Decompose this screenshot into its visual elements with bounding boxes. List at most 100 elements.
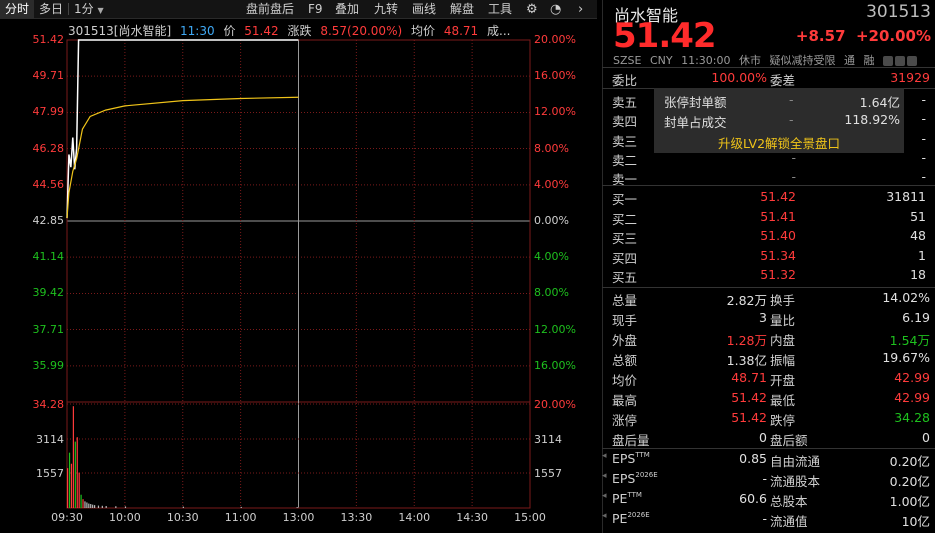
- exchange-label: SZSE: [613, 54, 642, 67]
- stat-row: 总量 2.82万 换手 14.02%: [612, 290, 930, 310]
- bid-row[interactable]: 买五 51.32 18: [612, 267, 930, 286]
- fundamental-label: 流通值: [770, 514, 808, 529]
- bid-level-label: 买五: [612, 270, 638, 285]
- stat-value: 51.42: [731, 410, 767, 425]
- price-axis-tick: 51.42: [32, 33, 65, 46]
- stat-value: 48.71: [731, 370, 767, 385]
- volume-bar: [70, 463, 73, 508]
- fundamental-value: 60.6: [739, 491, 767, 506]
- fundamental-value: 10亿: [901, 514, 930, 529]
- stat-value: 14.02%: [882, 290, 930, 305]
- volume-axis-tick-right: 1557: [534, 467, 562, 480]
- volume-axis-tick: 1557: [36, 467, 64, 480]
- intraday-chart[interactable]: [0, 0, 597, 533]
- fundamental-label-text: PE: [612, 511, 628, 526]
- fundamental-label: EPSTTM: [612, 451, 650, 466]
- time-axis-tick: 10:00: [109, 511, 141, 524]
- bookmark-icon[interactable]: [895, 56, 905, 66]
- percent-axis-tick: 16.00%: [534, 69, 576, 83]
- fundamental-value: 0.20亿: [889, 474, 930, 489]
- volume-axis-tick-right: 3114: [534, 433, 562, 446]
- volume-bar: [115, 506, 117, 508]
- ask-qty: -: [921, 92, 926, 107]
- stat-label: 振幅: [770, 353, 796, 368]
- seal-amount-dash: -: [789, 92, 794, 107]
- volume-bar: [88, 503, 90, 508]
- fundamental-row: ◂ EPSTTM 0.85 自由流通 0.20亿: [602, 451, 930, 471]
- stat-label: 内盘: [770, 333, 796, 348]
- percent-axis-tick: 8.00%: [534, 286, 569, 300]
- stat-label: 涨停: [612, 413, 638, 428]
- volume-bar: [94, 505, 96, 508]
- stat-value: 51.42: [731, 390, 767, 405]
- seal-ratio-dash: -: [789, 112, 794, 127]
- price-axis-tick: 46.28: [32, 141, 65, 155]
- bid-qty: 31811: [886, 189, 926, 204]
- stat-value: 1.28万: [726, 333, 767, 348]
- bid-row[interactable]: 买一 51.42 31811: [612, 189, 930, 208]
- bid-row[interactable]: 买三 51.40 48: [612, 228, 930, 247]
- bid-row[interactable]: 买二 51.41 51: [612, 209, 930, 228]
- order-diff-label: 委差: [770, 73, 796, 88]
- bid-price: 51.32: [760, 267, 796, 282]
- caret-left-icon: ◂: [602, 471, 607, 481]
- fundamental-label: PETTM: [612, 491, 642, 506]
- fundamental-value: 0.20亿: [889, 454, 930, 469]
- stat-value: 0: [759, 430, 767, 445]
- caret-left-icon: ◂: [602, 511, 607, 521]
- bid-row[interactable]: 买四 51.34 1: [612, 248, 930, 267]
- edit-icon[interactable]: [883, 56, 893, 66]
- volume-bar: [105, 506, 107, 508]
- stat-row: 外盘 1.28万 内盘 1.54万: [612, 330, 930, 350]
- fundamental-label-suffix: TTM: [635, 451, 650, 459]
- seal-ratio-label: 封单占成交: [664, 115, 727, 130]
- price-line: [66, 39, 299, 219]
- connect-tag: 通: [844, 54, 855, 67]
- committee-row: 委比 100.00% 委差 31929: [612, 70, 930, 90]
- stat-value: 3: [759, 310, 767, 325]
- stat-row: 涨停 51.42 跌停 34.28: [612, 410, 930, 430]
- price-axis-tick: 47.99: [32, 105, 65, 119]
- volume-bar: [72, 406, 74, 508]
- percent-axis-tick: 4.00%: [534, 177, 569, 191]
- stat-value: 1.54万: [889, 333, 930, 348]
- percent-axis-tick: 20.00%: [534, 33, 576, 46]
- stat-label: 量比: [770, 313, 796, 328]
- more-icon[interactable]: [907, 56, 917, 66]
- volume-bar: [68, 452, 71, 508]
- bid-qty: 1: [918, 247, 926, 263]
- fundamental-label: 自由流通: [770, 454, 821, 469]
- fundamental-row: ◂ EPS2026E - 流通股本 0.20亿: [602, 471, 930, 491]
- currency-label: CNY: [649, 54, 673, 67]
- seal-amount-label: 张停封单额: [664, 95, 727, 110]
- fundamental-row: ◂ PETTM 60.6 总股本 1.00亿: [602, 491, 930, 511]
- stat-value: 42.99: [894, 390, 930, 405]
- stat-label: 外盘: [612, 333, 638, 348]
- price-axis-tick: 44.56: [32, 177, 65, 191]
- bid-price: 51.41: [760, 208, 796, 224]
- stat-value: 34.28: [894, 410, 930, 425]
- ask-qty: -: [921, 169, 926, 185]
- volume-bar: [182, 506, 184, 508]
- bid-price: 51.34: [760, 247, 796, 263]
- price-axis-tick: 35.99: [32, 358, 65, 372]
- percent-axis-tick: 12.00%: [534, 322, 576, 336]
- ask-qty: -: [921, 149, 926, 165]
- volume-bar: [74, 441, 76, 508]
- percent-axis-tick: 16.00%: [534, 358, 576, 372]
- fundamental-label-text: PE: [612, 491, 628, 506]
- price-axis-tick: 42.85: [32, 214, 65, 227]
- upgrade-lv2-link[interactable]: 升级LV2解锁全景盘口: [654, 133, 904, 152]
- time-axis-tick: 14:30: [456, 511, 488, 524]
- stat-label: 总量: [612, 293, 638, 308]
- stat-label: 总额: [612, 353, 638, 368]
- bid-price: 51.40: [760, 228, 796, 243]
- stat-row: 盘后量 0 盘后额 0: [612, 430, 930, 450]
- market-status: 休市: [739, 54, 761, 67]
- caret-left-icon: ◂: [602, 491, 607, 501]
- fundamental-value: -: [762, 471, 767, 486]
- volume-bar: [240, 506, 242, 508]
- bid-level-label: 买一: [612, 192, 638, 207]
- ask-level-label: 卖三: [612, 133, 638, 149]
- volume-bar: [90, 504, 92, 508]
